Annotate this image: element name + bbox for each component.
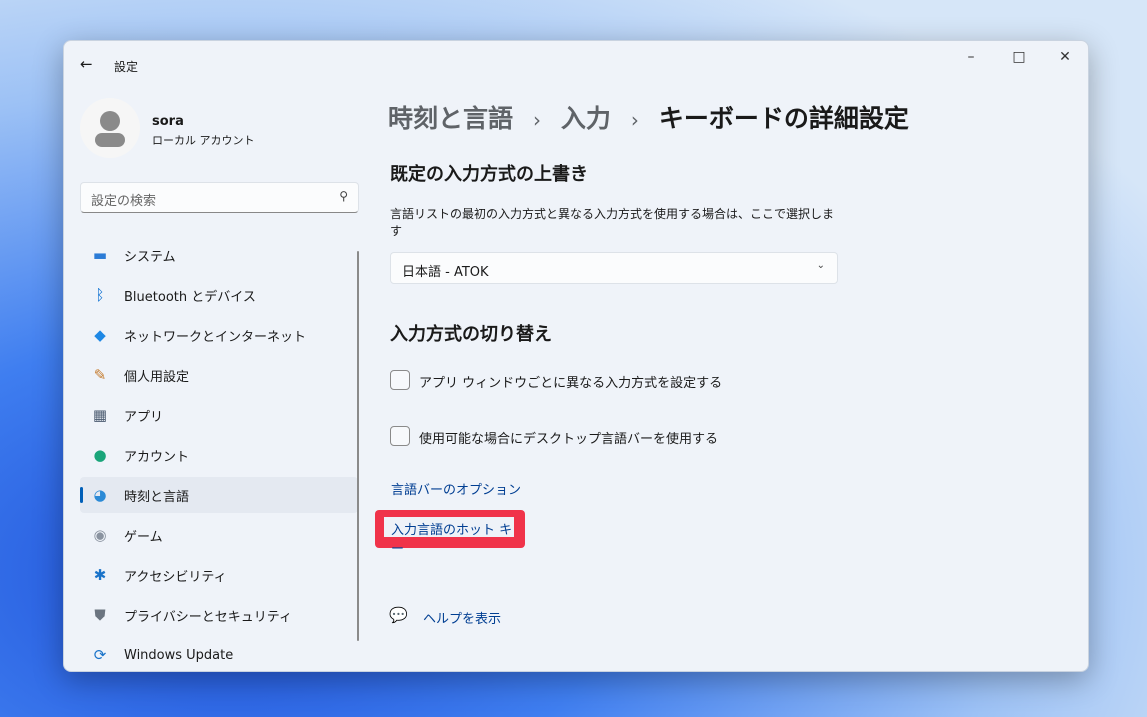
- sidebar-item-label: プライバシーとセキュリティ: [124, 609, 292, 625]
- close-button[interactable]: ✕: [1042, 41, 1088, 73]
- chevron-down-icon: ⌄: [816, 260, 825, 271]
- selected-indicator: [80, 487, 83, 503]
- wifi-icon: ◆: [94, 326, 106, 344]
- override-description: 言語リストの最初の入力方式と異なる入力方式を使用する場合は、ここで選択します: [390, 207, 835, 238]
- user-name: sora: [152, 114, 184, 129]
- override-heading: 既定の入力方式の上書き: [390, 164, 588, 185]
- language-bar-options-link[interactable]: 言語バーのオプション: [391, 479, 521, 498]
- sidebar-item-label: Windows Update: [124, 647, 234, 663]
- sidebar-item-label: ネットワークとインターネット: [124, 329, 307, 345]
- accessibility-icon: ✱: [93, 566, 107, 584]
- per-app-input-checkbox[interactable]: [390, 370, 410, 390]
- settings-window: ← 設定 – □ ✕ sora ローカル アカウント 設定の検索 ⚲ ▬ システム…: [63, 40, 1089, 672]
- get-help-link[interactable]: ヘルプを表示: [423, 608, 501, 627]
- brush-icon: ✎: [93, 366, 107, 384]
- window-title: 設定: [114, 60, 139, 74]
- sidebar-item-label: Bluetooth とデバイス: [124, 289, 256, 305]
- sidebar-item-10[interactable]: ⟳ Windows Update: [80, 637, 358, 671]
- sidebar-scrollbar[interactable]: [357, 251, 359, 641]
- minimize-button[interactable]: –: [948, 41, 994, 73]
- help-icon: 💬: [389, 606, 408, 624]
- sidebar-item-label: システム: [124, 249, 176, 265]
- shield-icon: ⛊: [94, 606, 106, 624]
- search-icon: ⚲: [339, 189, 348, 203]
- sidebar-item-9[interactable]: ⛊ プライバシーとセキュリティ: [80, 597, 358, 633]
- back-button[interactable]: ←: [80, 55, 93, 73]
- breadcrumb-time-language[interactable]: 時刻と言語: [388, 104, 513, 133]
- maximize-button[interactable]: □: [996, 41, 1042, 73]
- sidebar-item-label: アプリ: [124, 409, 164, 425]
- account-icon: ●: [93, 446, 107, 464]
- apps-icon: ▦: [92, 406, 108, 424]
- switching-heading: 入力方式の切り替え: [390, 324, 552, 345]
- avatar: [80, 98, 140, 158]
- bluetooth-icon: ᛒ: [95, 286, 105, 304]
- sidebar-item-label: ゲーム: [124, 529, 163, 545]
- sidebar-item-4[interactable]: ▦ アプリ: [80, 397, 358, 433]
- update-icon: ⟳: [93, 646, 107, 664]
- search-input[interactable]: 設定の検索 ⚲: [80, 182, 359, 213]
- sidebar-item-1[interactable]: ᛒ Bluetooth とデバイス: [80, 277, 358, 313]
- breadcrumb-input[interactable]: 入力: [561, 104, 611, 133]
- gamepad-icon: ◉: [93, 526, 107, 544]
- account-type: ローカル アカウント: [152, 134, 255, 147]
- sidebar-item-label: アカウント: [124, 449, 190, 465]
- sidebar-item-label: 時刻と言語: [124, 489, 190, 505]
- desktop-langbar-label: 使用可能な場合にデスクトップ言語バーを使用する: [419, 432, 719, 447]
- breadcrumb: 時刻と言語 › 入力 › キーボードの詳細設定: [388, 104, 909, 133]
- globe-clock-icon: ◕: [93, 486, 107, 504]
- sidebar-item-0[interactable]: ▬ システム: [80, 237, 358, 273]
- sidebar-item-2[interactable]: ◆ ネットワークとインターネット: [80, 317, 358, 353]
- sidebar-item-label: アクセシビリティ: [124, 569, 227, 585]
- sidebar-item-3[interactable]: ✎ 個人用設定: [80, 357, 358, 393]
- per-app-input-label: アプリ ウィンドウごとに異なる入力方式を設定する: [419, 376, 723, 391]
- highlight-box: 入力言語のホット キー: [375, 510, 525, 557]
- sidebar-item-7[interactable]: ◉ ゲーム: [80, 517, 358, 553]
- page-title: キーボードの詳細設定: [658, 104, 909, 133]
- monitor-icon: ▬: [92, 246, 108, 264]
- input-language-hotkeys-link[interactable]: 入力言語のホット キー: [391, 519, 525, 557]
- sidebar-item-5[interactable]: ● アカウント: [80, 437, 358, 473]
- sidebar-item-6[interactable]: ◕ 時刻と言語: [80, 477, 358, 513]
- sidebar-item-label: 個人用設定: [124, 369, 190, 385]
- input-method-dropdown[interactable]: 日本語 - ATOK ⌄: [390, 252, 838, 284]
- desktop-langbar-checkbox[interactable]: [390, 426, 410, 446]
- sidebar-item-8[interactable]: ✱ アクセシビリティ: [80, 557, 358, 593]
